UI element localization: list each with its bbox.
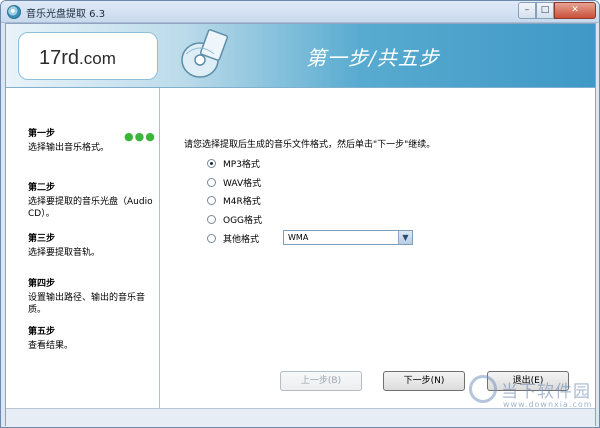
radio-button[interactable] [207, 158, 216, 168]
step-item-1: 第一步 ●●● 选择输出音乐格式。 [28, 126, 158, 154]
instruction-text: 请您选择提取后生成的音乐文件格式，然后单击"下一步"继续。 [184, 140, 436, 150]
step-item-4: 第四步 设置输出路径、输出的音乐音质。 [28, 276, 158, 316]
dropdown-value: WMA [288, 233, 309, 242]
logo-text: 17rd.com [39, 47, 116, 69]
chevron-down-icon[interactable]: ▼ [398, 231, 412, 244]
format-option-wav[interactable]: WAV格式 [207, 175, 261, 189]
format-label: MP3格式 [223, 159, 260, 170]
header-banner: 17rd.com 第一步/共五步 [6, 24, 595, 88]
minimize-button[interactable]: – [518, 2, 536, 19]
step-heading: 第五步 [28, 327, 56, 337]
radio-button[interactable] [207, 214, 216, 224]
watermark: 当下软件园 www.downxia.com [469, 373, 597, 425]
format-label: M4R格式 [223, 196, 261, 207]
step-item-2: 第二步 选择要提取的音乐光盘（Audio CD）。 [28, 180, 158, 220]
format-option-ogg[interactable]: OGG格式 [207, 212, 262, 226]
radio-button[interactable] [207, 195, 216, 205]
other-format-dropdown[interactable]: WMA ▼ [283, 230, 413, 245]
wizard-client: 17rd.com 第一步/共五步 第一步 ●●● 选择输出音乐格式。 第二步 选… [5, 23, 596, 427]
steps-sidebar: 第一步 ●●● 选择输出音乐格式。 第二步 选择要提取的音乐光盘（Audio C… [6, 88, 160, 408]
format-option-m4r[interactable]: M4R格式 [207, 193, 261, 207]
step-heading: 第二步 [28, 183, 56, 193]
step-heading: 第三步 [28, 234, 56, 244]
maximize-button[interactable]: □ [536, 2, 554, 19]
step-description: 设置输出路径、输出的音乐音质。 [28, 293, 146, 315]
format-label: 其他格式 [223, 234, 260, 245]
format-label: OGG格式 [223, 215, 263, 226]
next-button[interactable]: 下一步(N) [383, 371, 465, 391]
step-item-5: 第五步 查看结果。 [28, 324, 158, 352]
step-description: 选择要提取音轨。 [28, 248, 101, 258]
current-step-indicator-icon: ●●● [124, 130, 156, 143]
step-item-3: 第三步 选择要提取音轨。 [28, 231, 158, 259]
title-bar[interactable]: 音乐光盘提取 6.3 – □ ✕ [1, 1, 599, 23]
step-description: 选择输出音乐格式。 [28, 143, 110, 153]
watermark-text: 当下软件园 [501, 382, 591, 402]
disc-app-icon [7, 5, 21, 19]
radio-button[interactable] [207, 177, 216, 187]
window-title: 音乐光盘提取 6.3 [26, 9, 106, 20]
format-selection-panel: 请您选择提取后生成的音乐文件格式，然后单击"下一步"继续。 MP3格式 WAV格… [161, 88, 595, 408]
watermark-logo-icon [469, 375, 497, 403]
format-option-other[interactable]: 其他格式 [207, 231, 259, 245]
prev-button[interactable]: 上一步(B) [280, 371, 362, 391]
format-label: WAV格式 [223, 178, 262, 189]
app-window: 音乐光盘提取 6.3 – □ ✕ 17rd.com 第一步/共五步 第一步 ●●… [0, 0, 600, 428]
site-logo: 17rd.com [18, 32, 158, 80]
step-description: 选择要提取的音乐光盘（Audio CD）。 [28, 197, 153, 219]
format-option-mp3[interactable]: MP3格式 [207, 156, 260, 170]
close-button[interactable]: ✕ [554, 2, 596, 19]
radio-button[interactable] [207, 233, 216, 243]
cd-disc-icon [181, 29, 228, 78]
step-heading: 第四步 [28, 279, 56, 289]
watermark-url: www.downxia.com [503, 400, 593, 409]
step-description: 查看结果。 [28, 341, 74, 351]
step-counter-title: 第一步/共五步 [306, 46, 440, 70]
